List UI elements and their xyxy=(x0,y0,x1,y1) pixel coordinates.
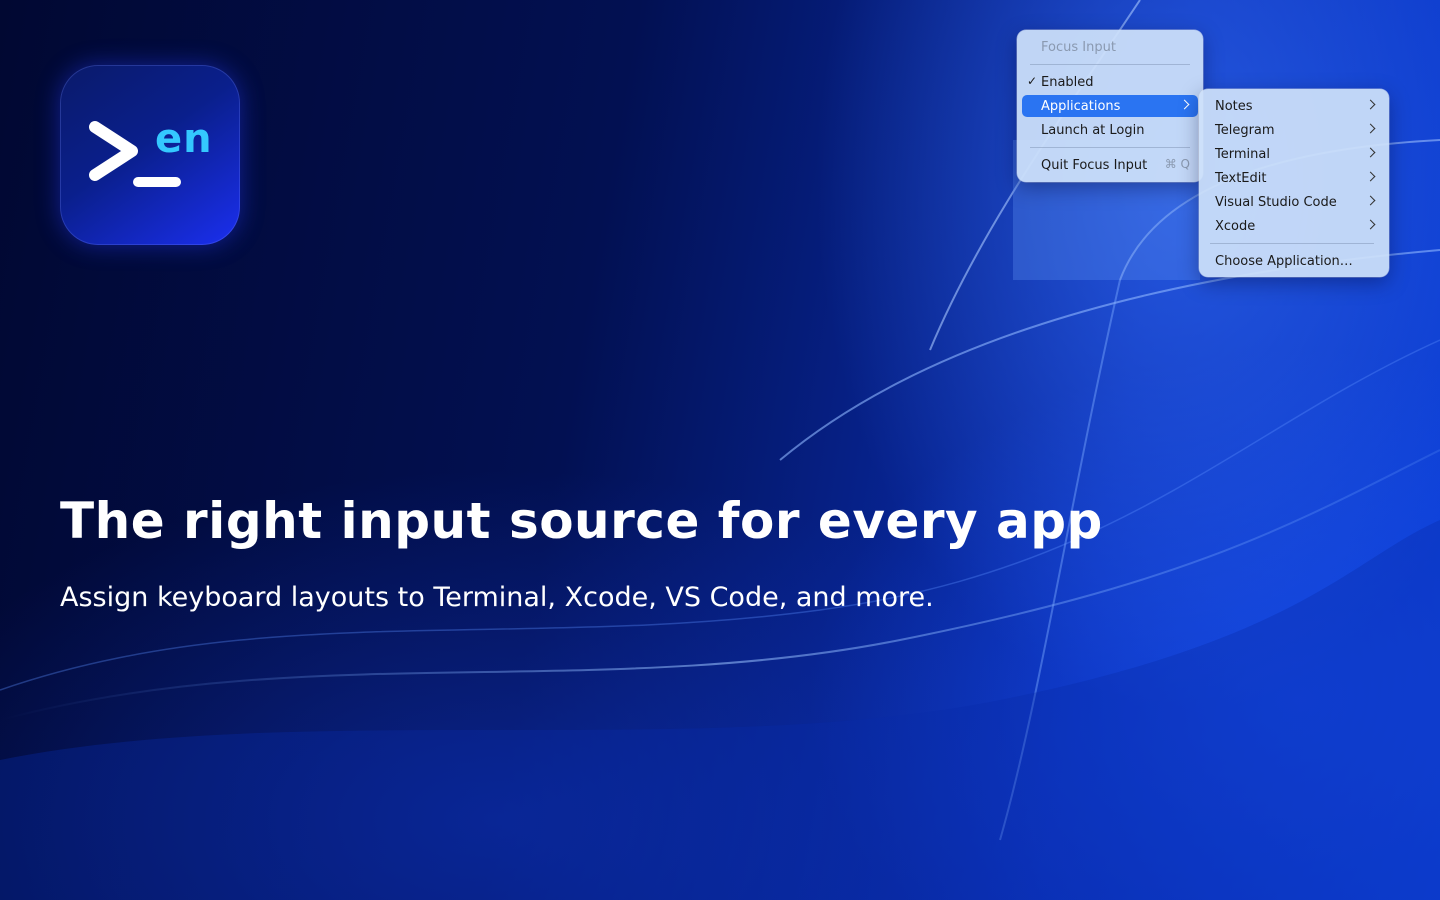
menu-item-launch-at-login[interactable]: Launch at Login xyxy=(1022,119,1198,141)
menu-separator xyxy=(1030,64,1190,65)
submenu-separator xyxy=(1210,243,1374,244)
chevron-right-icon xyxy=(1365,195,1376,206)
submenu-item-choose-application[interactable]: Choose Application… xyxy=(1204,250,1384,272)
menu-item-quit[interactable]: Quit Focus Input ⌘ Q xyxy=(1022,154,1198,176)
subheadline: Assign keyboard layouts to Terminal, Xco… xyxy=(60,582,934,613)
quit-shortcut: ⌘ Q xyxy=(1164,157,1190,171)
menu-item-enabled[interactable]: ✓ Enabled xyxy=(1022,71,1198,93)
terminal-prompt-icon xyxy=(89,121,181,187)
submenu-item-visual-studio-code[interactable]: Visual Studio Code xyxy=(1204,191,1384,213)
submenu-item-telegram[interactable]: Telegram xyxy=(1204,119,1384,141)
chevron-right-icon xyxy=(1365,219,1376,230)
chevron-right-icon xyxy=(1365,123,1376,134)
menu-separator xyxy=(1030,147,1190,148)
menu-title: Focus Input xyxy=(1041,39,1116,55)
app-icon xyxy=(60,65,240,245)
submenu-item-terminal[interactable]: Terminal xyxy=(1204,143,1384,165)
chevron-right-icon xyxy=(1179,99,1190,110)
chevron-right-icon xyxy=(1365,99,1376,110)
menu-item-applications[interactable]: Applications xyxy=(1022,95,1198,117)
applications-submenu: Notes Telegram Terminal TextEdit Visual … xyxy=(1199,89,1389,277)
submenu-item-notes[interactable]: Notes xyxy=(1204,95,1384,117)
app-icon-label: en xyxy=(155,116,213,162)
status-menu: Focus Input ✓ Enabled Applications Launc… xyxy=(1017,30,1203,182)
checkmark-icon: ✓ xyxy=(1027,74,1038,88)
submenu-item-xcode[interactable]: Xcode xyxy=(1204,215,1384,237)
chevron-right-icon xyxy=(1365,171,1376,182)
submenu-item-textedit[interactable]: TextEdit xyxy=(1204,167,1384,189)
headline: The right input source for every app xyxy=(60,492,1103,550)
chevron-right-icon xyxy=(1365,147,1376,158)
